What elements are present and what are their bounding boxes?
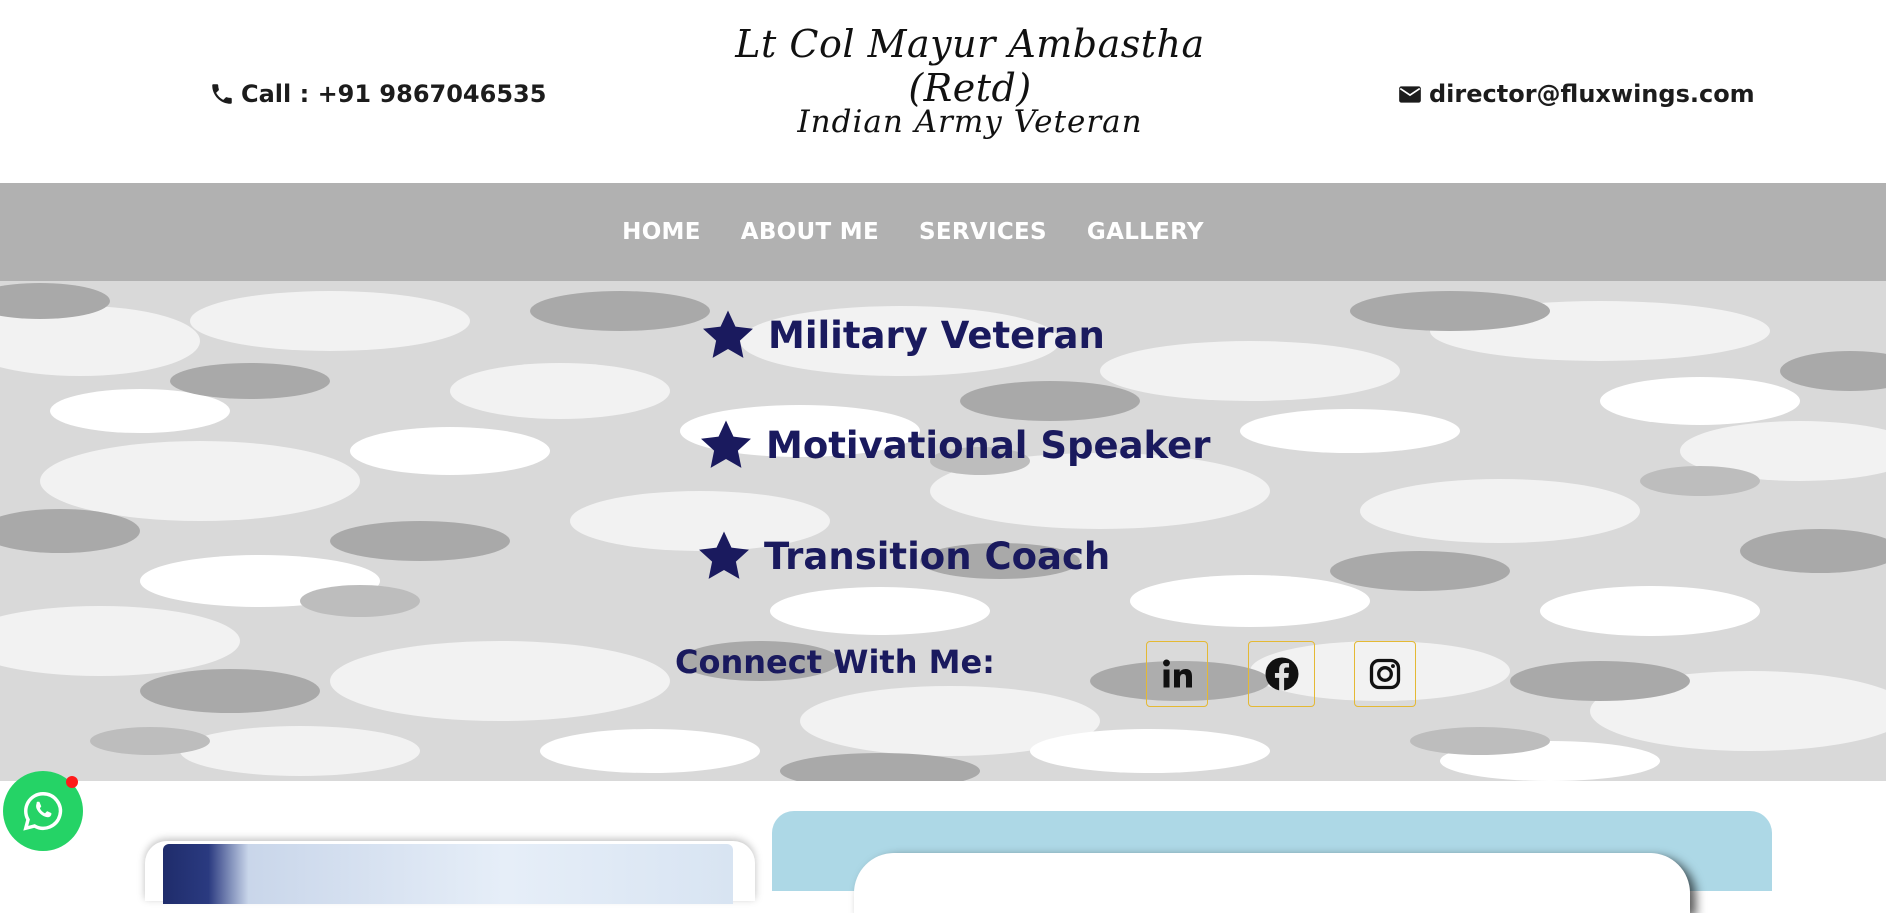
email-text: director@fluxwings.com: [1429, 80, 1755, 108]
notification-dot: [66, 776, 78, 788]
email-contact[interactable]: director@fluxwings.com: [1397, 80, 1755, 108]
nav-item-services[interactable]: SERVICES: [919, 219, 1047, 245]
tagline-text: Military Veteran: [768, 313, 1105, 357]
intro-card: [854, 853, 1690, 913]
envelope-icon: [1397, 81, 1423, 107]
whatsapp-icon: [23, 792, 63, 831]
main-nav: HOME ABOUT ME SERVICES GALLERY: [0, 183, 1886, 281]
star-icon: [699, 531, 749, 579]
tagline-motivational-speaker: Motivational Speaker: [698, 417, 1211, 473]
phone-icon: [209, 81, 235, 107]
instagram-button[interactable]: [1354, 641, 1416, 707]
phone-contact[interactable]: Call : +91 9867046535: [209, 80, 546, 108]
facebook-button[interactable]: [1248, 641, 1315, 707]
instagram-icon: [1369, 658, 1401, 690]
about-section: [0, 781, 1886, 913]
star-icon: [701, 420, 751, 468]
profile-photo: [163, 844, 733, 904]
star-icon: [703, 310, 753, 358]
linkedin-button[interactable]: [1146, 641, 1208, 707]
phone-text: Call : +91 9867046535: [241, 80, 547, 108]
nav-item-gallery[interactable]: GALLERY: [1087, 219, 1204, 245]
facebook-icon: [1265, 657, 1298, 691]
brand-title: Lt Col Mayur Ambastha (Retd): [735, 22, 1205, 110]
connect-label: Connect With Me:: [675, 643, 995, 681]
intro-panel: [772, 811, 1772, 913]
nav-item-about-me[interactable]: ABOUT ME: [741, 219, 879, 245]
tagline-text: Motivational Speaker: [766, 423, 1211, 467]
nav-item-home[interactable]: HOME: [622, 219, 701, 245]
hero-section: Military Veteran Motivational Speaker Tr…: [0, 281, 1886, 781]
brand-subtitle: Indian Army Veteran: [797, 104, 1143, 140]
tagline-transition-coach: Transition Coach: [696, 528, 1110, 584]
tagline-text: Transition Coach: [764, 534, 1111, 578]
linkedin-icon: [1163, 659, 1192, 688]
site-header: Call : +91 9867046535 Lt Col Mayur Ambas…: [0, 0, 1886, 183]
profile-photo-card: [145, 841, 755, 904]
tagline-military-veteran: Military Veteran: [700, 307, 1105, 363]
